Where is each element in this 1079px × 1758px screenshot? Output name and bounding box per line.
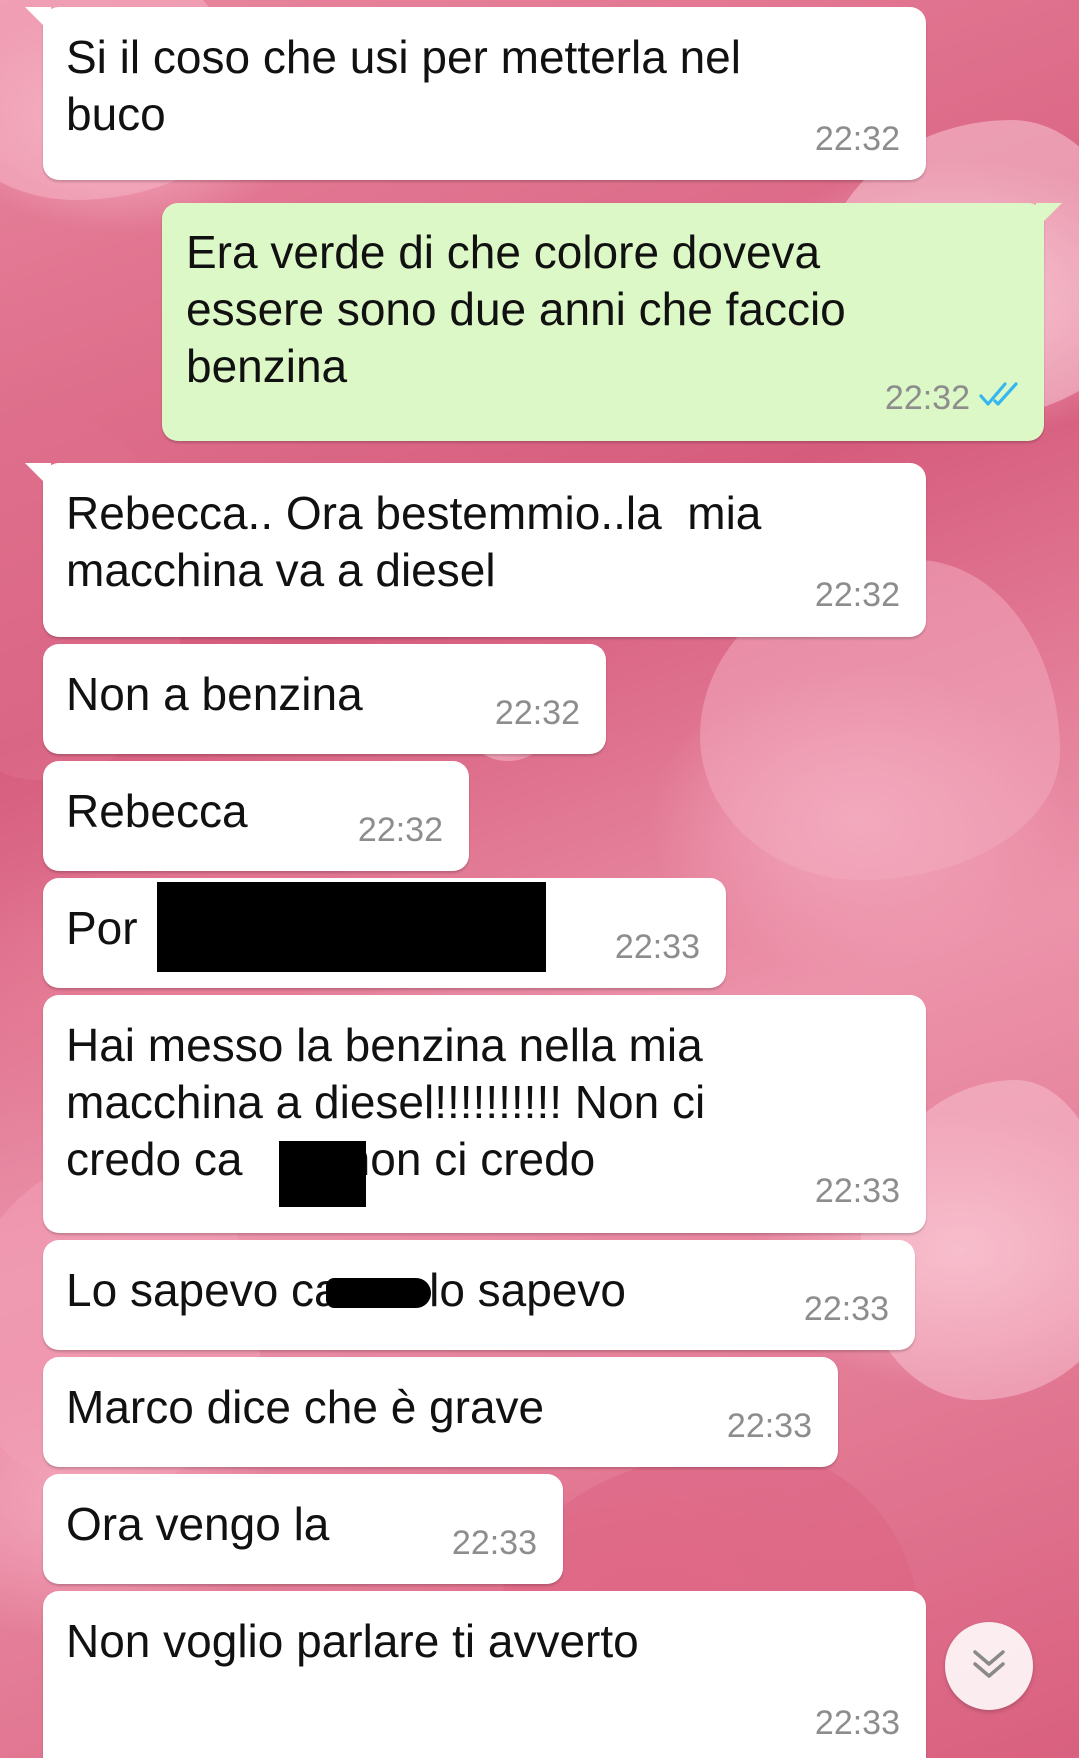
message-time: 22:33: [803, 1290, 889, 1328]
incoming-message[interactable]: Non a benzina 22:32: [43, 644, 606, 754]
message-text: Era verde di che colore doveva essere so…: [186, 226, 846, 392]
incoming-message[interactable]: Rebecca 22:32: [43, 761, 469, 871]
message-time: 22:33: [814, 1704, 900, 1742]
message-text: Marco dice che è grave: [66, 1381, 545, 1433]
message-time: 22:32: [884, 379, 970, 417]
message-text: Non voglio parlare ti avverto: [66, 1615, 639, 1667]
bubble-tail: [1036, 203, 1062, 229]
message-time: 22:33: [726, 1407, 812, 1445]
message-time: 22:32: [814, 576, 900, 614]
redaction-box: [157, 882, 546, 972]
message-text: Si il coso che usi per metterla nel buco: [66, 31, 741, 140]
chat-message-list[interactable]: Si il coso che usi per metterla nel buco…: [0, 0, 1079, 1758]
incoming-message[interactable]: Ora vengo la 22:33: [43, 1474, 563, 1584]
scroll-to-bottom-button[interactable]: [945, 1622, 1033, 1710]
redaction-box: [279, 1141, 366, 1207]
message-text: Rebecca.. Ora bestemmio..la mia macchina…: [66, 487, 762, 596]
message-time: 22:33: [814, 1172, 900, 1210]
message-time: 22:33: [614, 928, 700, 966]
double-chevron-down-icon: [969, 1644, 1009, 1689]
outgoing-message[interactable]: Era verde di che colore doveva essere so…: [162, 203, 1062, 441]
incoming-message[interactable]: Marco dice che è grave 22:33: [43, 1357, 838, 1467]
redaction-box: [326, 1278, 431, 1308]
incoming-message[interactable]: Rebecca.. Ora bestemmio..la mia macchina…: [25, 463, 926, 637]
message-time: 22:32: [357, 811, 443, 849]
incoming-message[interactable]: Si il coso che usi per metterla nel buco…: [25, 7, 926, 180]
bubble-tail: [25, 463, 51, 489]
message-text: Lo sapevo ca lo sapevo: [66, 1264, 627, 1316]
message-time: 22:33: [451, 1524, 537, 1562]
incoming-message[interactable]: Hai messo la benzina nella mia macchina …: [43, 995, 926, 1233]
bubble-tail: [25, 7, 51, 33]
double-check-icon: [978, 378, 1022, 418]
message-text: Hai messo la benzina nella mia macchina …: [66, 1019, 706, 1185]
message-time: 22:32: [494, 694, 580, 732]
incoming-message[interactable]: Non voglio parlare ti avverto 22:33: [43, 1591, 926, 1758]
message-time: 22:32: [814, 120, 900, 158]
incoming-message[interactable]: Por 22:33: [43, 878, 726, 988]
incoming-message[interactable]: Lo sapevo ca lo sapevo 22:33: [43, 1240, 915, 1350]
